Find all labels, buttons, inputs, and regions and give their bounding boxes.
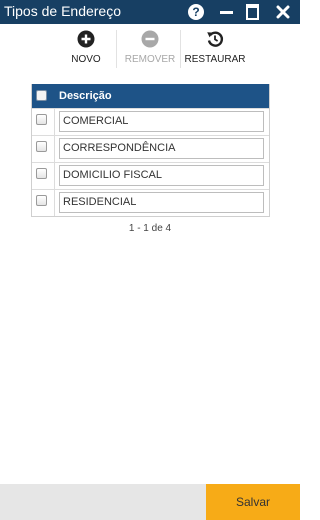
title-bar: Tipos de Endereço ? bbox=[0, 0, 300, 24]
table-row: RESIDENCIAL bbox=[32, 189, 269, 216]
row-divider bbox=[54, 136, 55, 162]
description-field[interactable]: CORRESPONDÊNCIA bbox=[59, 138, 264, 159]
select-all-checkbox[interactable] bbox=[36, 90, 47, 101]
toolbar-divider bbox=[180, 30, 181, 68]
footer-bar: Salvar bbox=[0, 484, 300, 520]
table-row: CORRESPONDÊNCIA bbox=[32, 135, 269, 162]
toolbar: NOVO REMOVER RESTAURAR bbox=[0, 24, 300, 72]
description-field[interactable]: DOMICILIO FISCAL bbox=[59, 165, 264, 186]
table-row: COMERCIAL bbox=[32, 108, 269, 135]
description-field[interactable]: COMERCIAL bbox=[59, 111, 264, 132]
restore-button-label: RESTAURAR bbox=[184, 54, 246, 65]
row-checkbox[interactable] bbox=[36, 141, 47, 152]
restore-icon bbox=[207, 31, 224, 47]
row-divider bbox=[54, 163, 55, 189]
row-checkbox[interactable] bbox=[36, 195, 47, 206]
row-divider bbox=[54, 190, 55, 216]
remove-button-label: REMOVER bbox=[124, 54, 176, 65]
save-button[interactable]: Salvar bbox=[206, 484, 300, 520]
maximize-icon[interactable] bbox=[246, 4, 259, 20]
minus-circle-icon bbox=[141, 30, 159, 48]
address-types-grid: Descrição COMERCIAL CORRESPONDÊNCIA DOMI… bbox=[31, 84, 270, 217]
column-header-description[interactable]: Descrição bbox=[59, 90, 112, 102]
row-checkbox[interactable] bbox=[36, 114, 47, 125]
new-button[interactable]: NOVO bbox=[64, 30, 108, 65]
description-field[interactable]: RESIDENCIAL bbox=[59, 192, 264, 213]
close-icon[interactable] bbox=[276, 4, 290, 20]
plus-circle-icon bbox=[77, 30, 95, 48]
table-row: DOMICILIO FISCAL bbox=[32, 162, 269, 189]
restore-button[interactable]: RESTAURAR bbox=[184, 30, 246, 65]
row-divider bbox=[54, 109, 55, 135]
grid-header: Descrição bbox=[32, 84, 269, 108]
help-icon[interactable]: ? bbox=[188, 4, 204, 20]
pagination-info: 1 - 1 de 4 bbox=[128, 223, 172, 234]
minimize-icon[interactable] bbox=[220, 4, 233, 20]
new-button-label: NOVO bbox=[71, 54, 101, 65]
remove-button[interactable]: REMOVER bbox=[123, 30, 177, 65]
window-title: Tipos de Endereço bbox=[4, 3, 121, 19]
toolbar-divider bbox=[116, 30, 117, 68]
row-checkbox[interactable] bbox=[36, 168, 47, 179]
